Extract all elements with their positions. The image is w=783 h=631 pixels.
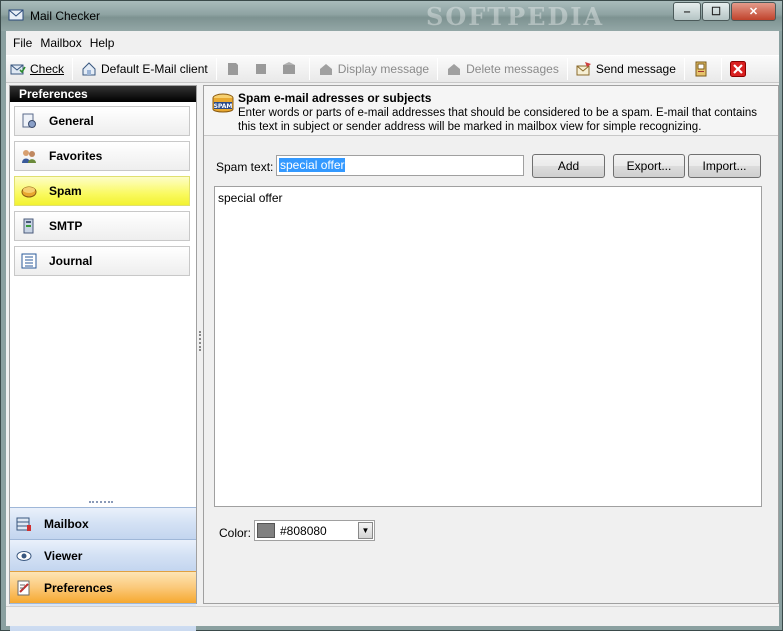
address-book-button[interactable] [689, 57, 717, 81]
mark-read-icon [227, 63, 238, 75]
bottom-nav-label: Viewer [44, 548, 83, 563]
nav-item-favorites[interactable]: Favorites [14, 141, 190, 171]
watermark: SOFTPEDIA [426, 2, 605, 31]
svg-text:SPAM: SPAM [214, 103, 233, 110]
toolbar-separator [720, 58, 722, 80]
nav-item-general[interactable]: General [14, 106, 190, 136]
toolbar-separator [308, 58, 310, 80]
spam-can-icon: SPAM [212, 93, 234, 113]
panel-header: Preferences [10, 86, 196, 102]
nav-item-label: Spam [49, 184, 82, 198]
section-description: Enter words or parts of e-mail addresses… [238, 107, 758, 133]
nav-item-label: Journal [49, 254, 93, 268]
delete-messages-button[interactable]: Delete messages [442, 57, 563, 81]
spam-entries-list[interactable]: special offer [214, 186, 762, 507]
title-bar[interactable]: Mail Checker SOFTPEDIA ‒ ☐ ✕ [1, 1, 782, 31]
check-button[interactable]: Check [6, 57, 68, 81]
bottom-nav-label: Mailbox [44, 516, 89, 531]
smtp-icon [23, 218, 34, 234]
toolbar-separator [215, 58, 217, 80]
send-message-button[interactable]: Send message [572, 57, 680, 81]
status-bar [6, 606, 779, 626]
bottom-nav-mailbox[interactable]: Mailbox [10, 507, 196, 539]
import-button[interactable]: Import... [688, 154, 761, 178]
window-title: Mail Checker [30, 9, 101, 23]
spam-settings-panel: SPAM Spam e-mail adresses or subjects En… [203, 85, 779, 604]
display-message-label: Display message [337, 62, 430, 76]
maximize-button[interactable]: ☐ [702, 2, 730, 21]
toolbar-separator [566, 58, 568, 80]
mark-all-icon [282, 62, 295, 74]
check-label: Check [30, 62, 65, 76]
preferences-icon [17, 580, 30, 595]
toolbar-separator [72, 58, 74, 80]
color-value: #808080 [280, 523, 327, 538]
add-button[interactable]: Add [532, 154, 605, 178]
display-message-button[interactable]: Display message [314, 57, 433, 81]
list-item[interactable]: special offer [218, 191, 758, 207]
mark-unread-button[interactable] [249, 57, 277, 81]
nav-item-spam[interactable]: Spam [14, 176, 190, 206]
spam-icon [21, 186, 37, 198]
color-label: Color: [219, 526, 252, 540]
check-mail-icon [10, 64, 26, 75]
mailbox-icon [16, 517, 31, 531]
preferences-list: General Favorites Spam SMTP Journal [14, 106, 190, 281]
delete-messages-label: Delete messages [466, 62, 559, 76]
spam-text-label: Spam text: [216, 160, 274, 174]
export-button[interactable]: Export... [613, 154, 685, 178]
bottom-nav-preferences[interactable]: Preferences [10, 571, 196, 603]
mark-unread-icon [255, 64, 266, 74]
mark-all-button[interactable] [277, 57, 305, 81]
color-picker[interactable]: #808080 ▼ [254, 520, 375, 541]
toolbar-separator [683, 58, 685, 80]
close-window-button[interactable]: ✕ [731, 2, 776, 21]
client-area: File Mailbox Help Check Default E-Mail c… [6, 31, 779, 631]
home-mail-icon [82, 62, 96, 76]
exit-button[interactable] [726, 57, 754, 81]
viewer-icon [16, 550, 32, 561]
splitter-dots [199, 331, 201, 351]
nav-item-label: General [49, 114, 94, 128]
navigation-panel: Preferences General Favorites Spam SMTP … [9, 85, 197, 631]
nav-item-label: Favorites [49, 149, 103, 163]
journal-icon [21, 253, 37, 269]
menu-bar: File Mailbox Help [6, 31, 779, 55]
nav-item-journal[interactable]: Journal [14, 246, 190, 276]
exit-icon [729, 61, 746, 77]
default-client-button[interactable]: Default E-Mail client [77, 57, 212, 81]
general-icon [22, 113, 36, 128]
toolbar: Check Default E-Mail client Display mess… [6, 55, 779, 83]
address-book-icon [695, 61, 707, 77]
bottom-nav-viewer[interactable]: Viewer [10, 539, 196, 571]
spam-text-value: special offer [279, 158, 346, 172]
default-client-label: Default E-Mail client [101, 62, 208, 76]
display-message-icon [319, 64, 332, 75]
info-header: SPAM Spam e-mail adresses or subjects En… [204, 86, 778, 136]
spam-text-input[interactable]: special offer [276, 155, 524, 176]
chevron-down-icon[interactable]: ▼ [358, 522, 373, 539]
splitter-grip[interactable] [89, 501, 113, 505]
favorites-icon [22, 150, 36, 163]
menu-help[interactable]: Help [86, 36, 119, 50]
app-window: Mail Checker SOFTPEDIA ‒ ☐ ✕ File Mailbo… [0, 0, 783, 631]
menu-mailbox[interactable]: Mailbox [36, 36, 85, 50]
delete-messages-icon [448, 64, 461, 75]
send-message-icon [576, 62, 591, 76]
color-swatch [257, 523, 275, 538]
nav-item-label: SMTP [49, 219, 83, 233]
toolbar-separator [437, 58, 439, 80]
minimize-button[interactable]: ‒ [673, 2, 701, 21]
nav-item-smtp[interactable]: SMTP [14, 211, 190, 241]
mail-checker-app-icon [8, 9, 24, 21]
menu-file[interactable]: File [9, 36, 36, 50]
section-title: Spam e-mail adresses or subjects [238, 91, 432, 105]
send-message-label: Send message [595, 62, 676, 76]
mark-read-button[interactable] [221, 57, 249, 81]
bottom-nav-label: Preferences [44, 580, 113, 595]
